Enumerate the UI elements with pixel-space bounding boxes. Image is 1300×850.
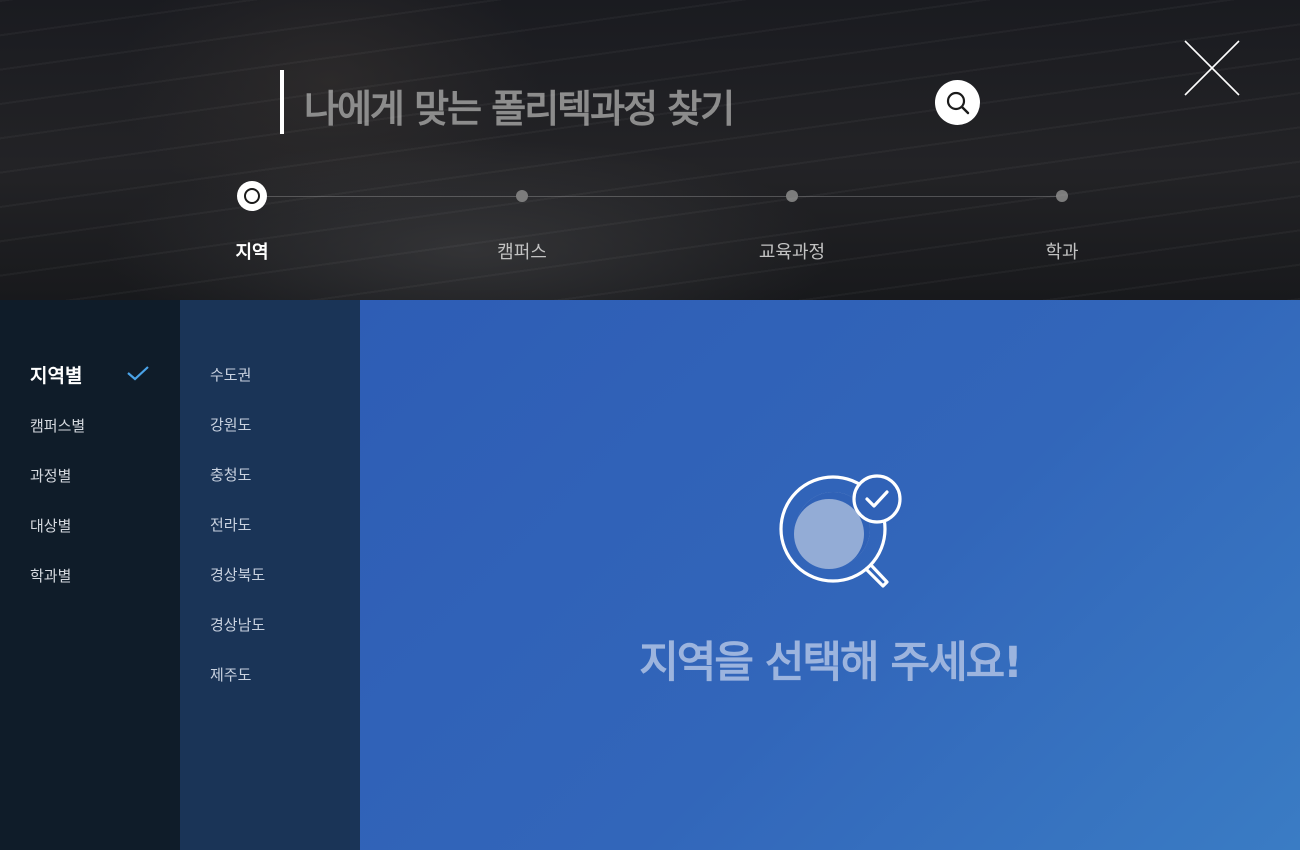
category-item-department[interactable]: 학과별 (30, 565, 71, 586)
step-label-region[interactable]: 지역 (235, 238, 268, 264)
region-panel (180, 300, 360, 850)
region-item[interactable]: 강원도 (210, 414, 251, 435)
step-dot-campus[interactable] (516, 190, 528, 202)
step-dot-course[interactable] (786, 190, 798, 202)
category-item-target[interactable]: 대상별 (30, 515, 71, 536)
category-panel (0, 300, 180, 850)
category-item-course[interactable]: 과정별 (30, 465, 71, 486)
empty-state-text: 지역을 선택해 주세요! (639, 638, 1023, 688)
region-item[interactable]: 충청도 (210, 464, 251, 485)
close-icon[interactable] (1184, 40, 1240, 96)
search-check-icon (779, 474, 902, 588)
region-item[interactable]: 수도권 (210, 364, 251, 385)
hero-banner: 나에게 맞는 폴리텍과정 찾기 지역 캠퍼스 교육과정 학과 (0, 0, 1300, 300)
step-active-ring-icon (244, 188, 260, 204)
category-item-campus[interactable]: 캠퍼스별 (30, 415, 85, 436)
step-label-course[interactable]: 교육과정 (759, 238, 825, 264)
check-icon (127, 366, 149, 381)
step-label-campus[interactable]: 캠퍼스 (497, 238, 547, 264)
empty-state-message: 지역을 선택해 주세요! (0, 628, 1300, 690)
category-item-region[interactable]: 지역별 (30, 361, 82, 388)
step-label-department[interactable]: 학과 (1045, 238, 1078, 264)
search-button[interactable] (935, 80, 980, 125)
step-dot-region[interactable] (237, 181, 267, 211)
region-item[interactable]: 전라도 (210, 514, 251, 535)
search-icon (946, 91, 969, 114)
step-dot-department[interactable] (1056, 190, 1068, 202)
step-progress-line (252, 196, 1062, 197)
region-item[interactable]: 경상북도 (210, 564, 265, 585)
text-caret (280, 70, 284, 134)
search-title: 나에게 맞는 폴리텍과정 찾기 (304, 87, 735, 131)
